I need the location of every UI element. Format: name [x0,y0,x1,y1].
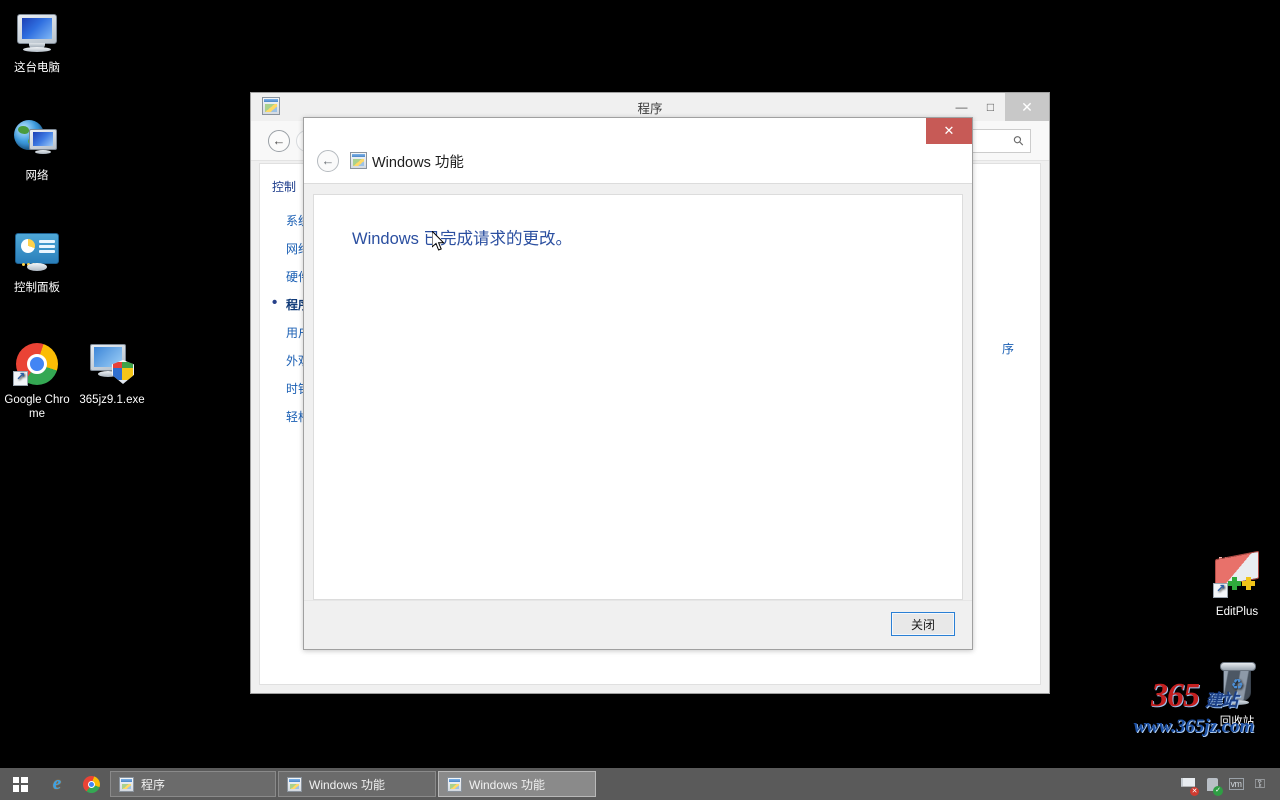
desktop-icon-editplus[interactable]: EditPlus [1200,550,1274,619]
watermark-number: 365 [1151,677,1200,714]
taskbar-item-label: Windows 功能 [469,777,546,792]
shortcut-arrow-icon [1213,582,1228,598]
control-panel-icon [13,228,61,276]
quicklaunch-internet-explorer[interactable]: e [40,768,74,800]
desktop[interactable]: 这台电脑 网络 控制面板 Google Chrome 365jz9 [0,0,1280,768]
desktop-icon-365jz-exe[interactable]: 365jz9.1.exe [75,340,149,407]
desktop-icon-label: 网络 [25,170,49,182]
content-link-fragment[interactable]: 序 [1002,340,1014,357]
control-panel-app-icon [119,776,134,792]
internet-explorer-icon: e [52,773,62,794]
taskbar-item-windows-features-1[interactable]: Windows 功能 [278,771,436,797]
system-tray: ✕ ✓ vm ⚿ [1176,768,1280,800]
editplus-icon [1213,550,1261,600]
desktop-icon-this-pc[interactable]: 这台电脑 [0,8,74,75]
this-pc-icon [13,8,61,56]
desktop-icon-label: 回收站 [1219,716,1255,728]
dialog-header: ← Windows 功能 [304,144,972,184]
key-icon[interactable]: ⚿ [1248,768,1272,800]
window-close-button[interactable]: ✕ [1005,93,1049,121]
network-icon [13,116,61,164]
dialog-footer: 关闭 [304,600,972,649]
desktop-icon-recycle-bin[interactable]: ♻ 回收站 [1200,662,1274,729]
executable-shield-icon [88,340,136,388]
windows-features-icon [447,776,462,792]
taskbar-item-label: Windows 功能 [309,777,386,792]
network-status-icon[interactable]: ✓ [1200,768,1224,800]
desktop-icon-label: Google Chrome [4,394,70,420]
desktop-icon-google-chrome[interactable]: Google Chrome [0,340,74,421]
google-chrome-icon [82,775,100,793]
desktop-icon-label: 365jz9.1.exe [79,394,145,406]
dialog-content: Windows 已完成请求的更改。 [313,194,963,600]
taskbar-item-windows-features-2[interactable]: Windows 功能 [438,771,596,797]
taskbar[interactable]: e 程序 Windows 功能 Windows 功能 ✕ ✓ vm ⚿ [0,768,1280,800]
quicklaunch-google-chrome[interactable] [74,768,108,800]
shortcut-arrow-icon [13,370,28,386]
desktop-icon-control-panel[interactable]: 控制面板 [0,228,74,295]
dialog-title: Windows 功能 [372,155,464,171]
search-icon: ⚲ [1010,131,1028,150]
taskbar-item-label: 程序 [141,777,166,792]
windows-features-icon [287,776,302,792]
google-chrome-icon [13,340,61,388]
window-maximize-button[interactable]: □ [976,93,1005,121]
dialog-close-button[interactable]: ✕ [926,118,972,144]
dialog-message: Windows 已完成请求的更改。 [352,230,573,248]
key-glyph: ⚿ [1255,776,1265,791]
action-center-flag-icon[interactable]: ✕ [1176,768,1200,800]
start-button[interactable] [0,768,40,800]
dialog-windows-features[interactable]: ✕ ← Windows 功能 Windows 已完成请求的更改。 关闭 [303,117,973,650]
desktop-icon-label: 控制面板 [14,282,60,294]
recycle-bin-icon: ♻ [1213,662,1261,710]
back-button[interactable]: ← [268,130,290,152]
network-ok-badge: ✓ [1213,786,1223,796]
taskbar-item-programs[interactable]: 程序 [110,771,276,797]
dialog-titlebar[interactable]: ✕ [304,118,972,144]
window-title: 程序 [637,102,663,116]
vm-tools-label: vm [1228,778,1244,790]
windows-logo-icon [12,776,28,792]
vm-tools-icon[interactable]: vm [1224,768,1248,800]
desktop-icon-label: EditPlus [1215,606,1259,618]
flag-alert-badge: ✕ [1190,787,1199,796]
desktop-icon-network[interactable]: 网络 [0,116,74,183]
dialog-back-button[interactable]: ← [317,150,339,172]
windows-features-icon [350,152,367,169]
desktop-icon-label: 这台电脑 [14,62,60,74]
close-button[interactable]: 关闭 [891,612,955,636]
